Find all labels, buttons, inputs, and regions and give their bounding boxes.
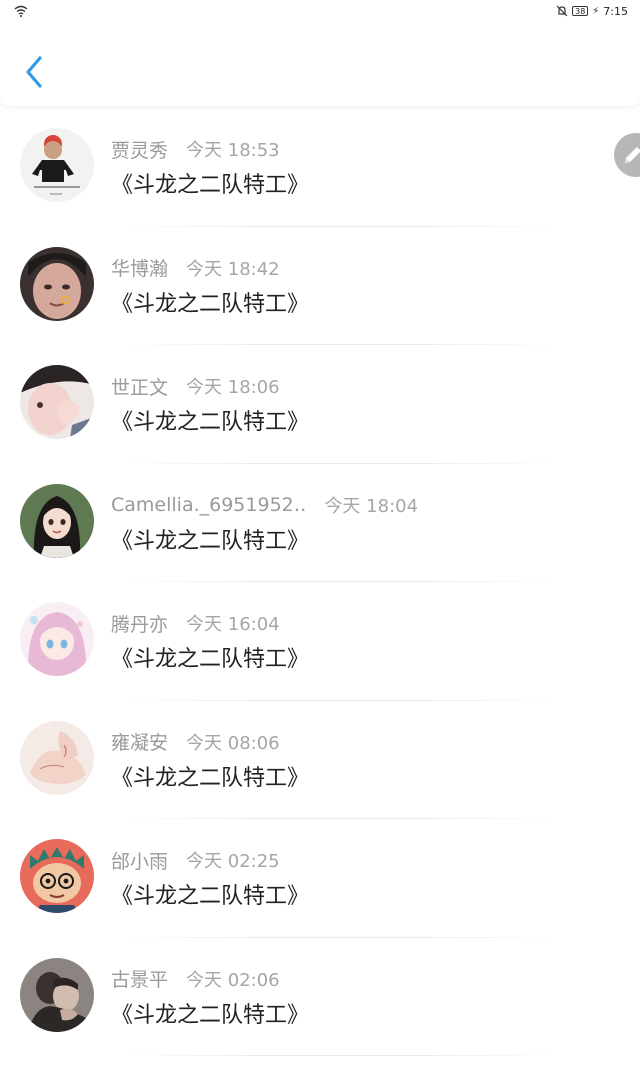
message-text: 《斗龙之二队特工》 (111, 884, 310, 909)
avatar[interactable] (20, 365, 94, 439)
username[interactable]: 腾丹亦 (111, 610, 168, 637)
message-text: 《斗龙之二队特工》 (111, 528, 310, 554)
list-item[interactable]: 世正文 今天 18:06 《斗龙之二队特工》 (0, 345, 640, 464)
avatar[interactable] (20, 483, 94, 558)
username[interactable]: 世正文 (111, 373, 168, 400)
name-line: 雍凝安 今天 08:06 (111, 729, 280, 755)
divider (120, 1055, 560, 1056)
list-item[interactable]: 邰小雨 今天 02:25 《斗龙之二队特工》 (0, 819, 640, 938)
avatar[interactable] (20, 246, 94, 321)
username[interactable]: 雍凝安 (111, 728, 168, 755)
list-item[interactable]: Camellia._6951952‥ 今天 18:04 《斗龙之二队特工》 (0, 464, 640, 582)
timestamp: 今天 08:06 (186, 732, 280, 754)
status-bar: 38 ⚡ 7:15 (0, 0, 640, 22)
name-line: 邰小雨 今天 02:25 (111, 847, 280, 873)
avatar[interactable] (20, 957, 94, 1032)
timestamp: 今天 18:42 (186, 258, 280, 280)
avatar[interactable] (20, 839, 94, 913)
list-item[interactable]: 雍凝安 今天 08:06 《斗龙之二队特工》 (0, 701, 640, 819)
name-line: 腾丹亦 今天 16:04 (111, 610, 280, 636)
timestamp: 今天 02:06 (186, 969, 280, 991)
status-right: 38 ⚡ 7:15 (556, 4, 628, 18)
list-item[interactable]: 贾灵秀 今天 18:53 《斗龙之二队特工》 (0, 108, 640, 227)
battery-icon: 38 (572, 6, 589, 16)
list-item[interactable]: 古景平 今天 02:06 《斗龙之二队特工》 (0, 938, 640, 1056)
wifi-icon (14, 5, 28, 17)
list-item[interactable]: 华博瀚 今天 18:42 《斗龙之二队特工》 (0, 227, 640, 345)
name-line: 世正文 今天 18:06 (111, 373, 280, 399)
name-line: 古景平 今天 02:06 (111, 966, 280, 992)
message-text: 《斗龙之二队特工》 (111, 647, 310, 672)
timestamp: 今天 02:25 (186, 851, 280, 872)
avatar[interactable] (20, 720, 94, 795)
username[interactable]: 古景平 (111, 965, 168, 992)
message-text: 《斗龙之二队特工》 (111, 173, 310, 198)
name-line: 华博瀚 今天 18:42 (111, 255, 280, 281)
message-text: 《斗龙之二队特工》 (111, 410, 310, 435)
username[interactable]: 邰小雨 (111, 847, 168, 874)
mute-icon (556, 5, 568, 17)
charging-bolt-icon: ⚡ (592, 5, 600, 17)
name-line: Camellia._6951952‥ 今天 18:04 (111, 492, 418, 518)
message-text: 《斗龙之二队特工》 (111, 1002, 310, 1028)
username[interactable]: 华博瀚 (111, 254, 168, 281)
list-item[interactable]: 腾丹亦 今天 16:04 《斗龙之二队特工》 (0, 582, 640, 701)
username[interactable]: Camellia._6951952‥ (111, 494, 306, 516)
timestamp: 今天 18:53 (186, 140, 280, 161)
message-text: 《斗龙之二队特工》 (111, 765, 310, 791)
timestamp: 今天 18:06 (186, 377, 280, 398)
chevron-left-icon (26, 56, 42, 88)
timestamp: 今天 16:04 (186, 614, 280, 635)
name-line: 贾灵秀 今天 18:53 (111, 136, 280, 162)
back-button[interactable] (18, 52, 52, 92)
avatar[interactable] (20, 128, 94, 202)
message-text: 《斗龙之二队特工》 (111, 291, 310, 317)
comment-list: 贾灵秀 今天 18:53 《斗龙之二队特工》 华博瀚 今天 18:42 《斗龙之… (0, 108, 640, 1056)
username[interactable]: 贾灵秀 (111, 136, 168, 163)
avatar[interactable] (20, 602, 94, 676)
clock: 7:15 (603, 4, 628, 18)
screen: 38 ⚡ 7:15 贾灵秀 今天 18:53 《斗龙之二队特工》 华博瀚 今天 … (0, 0, 640, 1067)
timestamp: 今天 18:04 (324, 495, 419, 517)
